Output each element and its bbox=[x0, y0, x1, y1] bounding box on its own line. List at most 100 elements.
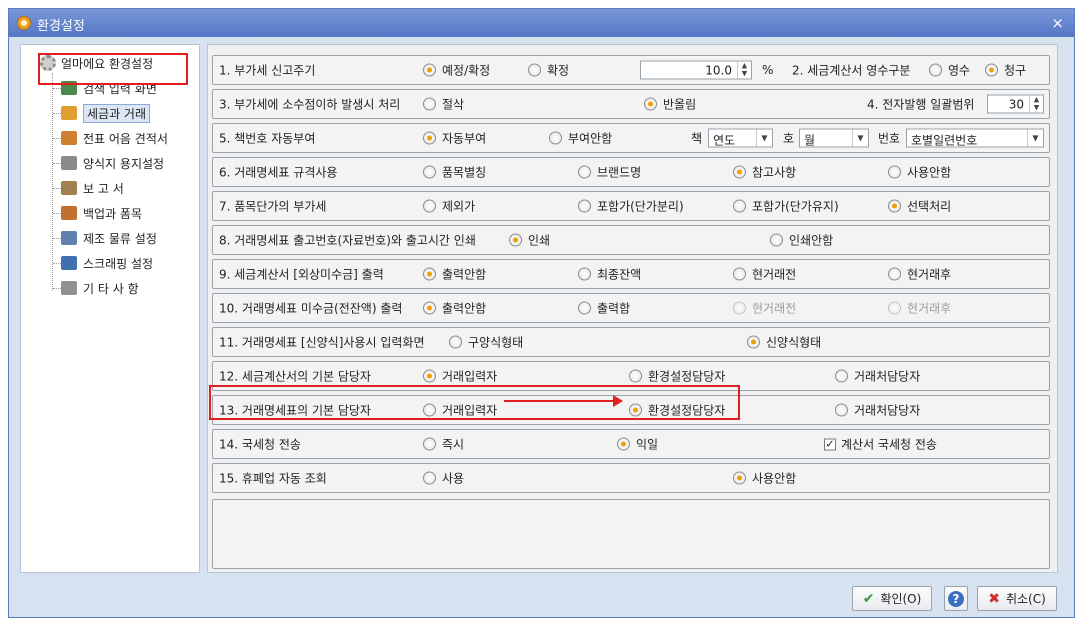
radio-option[interactable]: 포함가(단가분리) bbox=[578, 198, 684, 215]
radio-icon bbox=[528, 63, 541, 77]
radio-option[interactable]: 영수 bbox=[929, 62, 970, 79]
chevron-down-icon[interactable]: ▼ bbox=[1027, 129, 1043, 147]
radio-option[interactable]: 사용안함 bbox=[888, 164, 951, 181]
radio-option[interactable]: 청구 bbox=[985, 62, 1026, 79]
radio-label: 자동부여 bbox=[442, 131, 487, 146]
radio-option[interactable]: 절삭 bbox=[423, 96, 464, 113]
radio-label: 거래처담당자 bbox=[854, 403, 921, 418]
radio-option[interactable]: 사용 bbox=[423, 470, 464, 487]
ho-combo[interactable]: 월 ▼ bbox=[799, 128, 869, 148]
setting-label: 9. 세금계산서 [외상미수금] 출력 bbox=[219, 267, 384, 282]
radio-label: 현거래전 bbox=[752, 267, 797, 282]
radio-option[interactable]: 구양식형태 bbox=[449, 334, 523, 351]
radio-option[interactable]: 익일 bbox=[617, 436, 658, 453]
radio-option[interactable]: 확정 bbox=[528, 62, 569, 79]
radio-label: 현거래후 bbox=[907, 267, 952, 282]
setting-label: 3. 부가세에 소수점이하 발생시 처리 bbox=[219, 97, 401, 112]
radio-option[interactable]: 품목별칭 bbox=[423, 164, 486, 181]
radio-icon bbox=[423, 97, 436, 111]
setting-label: 14. 국세청 전송 bbox=[219, 437, 301, 452]
documents-icon bbox=[61, 131, 77, 145]
radio-option[interactable]: 인쇄안함 bbox=[770, 232, 833, 249]
radio-option[interactable]: 브랜드명 bbox=[578, 164, 641, 181]
radio-icon bbox=[578, 267, 591, 281]
spin-value: 10.0 bbox=[705, 63, 732, 78]
backup-icon bbox=[61, 206, 77, 220]
radio-option[interactable]: 포함가(단가유지) bbox=[733, 198, 839, 215]
tax-rate-spin[interactable]: 10.0 ▲ ▼ bbox=[640, 60, 752, 80]
radio-option[interactable]: 현거래후 bbox=[888, 266, 951, 283]
speech-icon bbox=[61, 281, 77, 295]
combo-value: 월 bbox=[804, 133, 816, 148]
setting-label: 호 bbox=[783, 131, 795, 146]
radio-option[interactable]: 현거래전 bbox=[733, 266, 796, 283]
number-combo[interactable]: 호별일련번호 ▼ bbox=[906, 128, 1044, 148]
chevron-down-icon[interactable]: ▼ bbox=[852, 129, 868, 147]
radio-label: 제외가 bbox=[442, 199, 476, 214]
radio-option[interactable]: 최종잔액 bbox=[578, 266, 641, 283]
tree-item[interactable]: 전표 어음 견적서 bbox=[53, 128, 168, 148]
setting-label: 4. 전자발행 일괄범위 bbox=[867, 97, 975, 112]
radio-label: 최종잔액 bbox=[597, 267, 642, 282]
tree-item[interactable]: 양식지 용지설정 bbox=[52, 153, 164, 173]
setting-label: 15. 휴폐업 자동 조회 bbox=[219, 471, 327, 486]
radio-icon bbox=[549, 131, 562, 145]
tree-item-label: 제조 물류 설정 bbox=[83, 231, 157, 246]
setting-label: 8. 거래명세표 출고번호(자료번호)와 출고시간 인쇄 bbox=[219, 233, 476, 248]
tree-item[interactable]: 기 타 사 항 bbox=[53, 278, 139, 298]
radio-icon bbox=[644, 97, 657, 111]
tree-item-label: 기 타 사 항 bbox=[83, 281, 139, 296]
radio-option[interactable]: 선택처리 bbox=[888, 198, 951, 215]
radio-option[interactable]: 신양식형태 bbox=[747, 334, 821, 351]
setting-row14: 14. 국세청 전송 즉시 익일 ✓ 계산서 국세청 전송 bbox=[212, 429, 1050, 459]
radio-option[interactable]: 출력함 bbox=[578, 300, 630, 317]
radio-option[interactable]: 인쇄 bbox=[509, 232, 550, 249]
close-button[interactable]: × bbox=[1051, 14, 1064, 32]
batch-range-spin[interactable]: 30 ▲ ▼ bbox=[987, 94, 1044, 114]
book-combo[interactable]: 연도 ▼ bbox=[708, 128, 773, 148]
radio-option[interactable]: 거래입력자 bbox=[423, 368, 497, 385]
tree-item[interactable]: 백업과 폼목 bbox=[52, 203, 142, 223]
chevron-down-icon[interactable]: ▼ bbox=[756, 129, 772, 147]
cancel-button[interactable]: ✖ 취소(C) bbox=[977, 586, 1057, 611]
setting-label: 12. 세금계산서의 기본 담당자 bbox=[219, 369, 371, 384]
check-icon: ✔ bbox=[862, 590, 875, 607]
setting-label: 11. 거래명세표 [신양식]사용시 입력화면 bbox=[219, 335, 425, 350]
radio-option[interactable]: 거래처담당자 bbox=[835, 402, 920, 419]
radio-label: 현거래후 bbox=[907, 301, 952, 316]
ok-label: 확인(O) bbox=[880, 592, 922, 606]
tree-item[interactable]: 제조 물류 설정 bbox=[53, 228, 157, 248]
spin-arrows-icon[interactable]: ▲ ▼ bbox=[737, 61, 751, 79]
radio-option[interactable]: 부여안함 bbox=[549, 130, 612, 147]
setting-row9: 9. 세금계산서 [외상미수금] 출력 출력안함 최종잔액 현거래전 현거래후 bbox=[212, 259, 1050, 289]
radio-option[interactable]: 출력안함 bbox=[423, 266, 486, 283]
radio-option[interactable]: 즉시 bbox=[423, 436, 464, 453]
checkbox-label: 계산서 국세청 전송 bbox=[841, 437, 937, 452]
radio-option[interactable]: 제외가 bbox=[423, 198, 475, 215]
tree-item[interactable]: 세금과 거래 bbox=[52, 103, 151, 123]
radio-label: 출력안함 bbox=[442, 301, 487, 316]
ok-button[interactable]: ✔ 확인(O) bbox=[852, 586, 932, 611]
radio-icon bbox=[449, 335, 462, 349]
radio-option[interactable]: 출력안함 bbox=[423, 300, 486, 317]
help-button[interactable]: ? bbox=[944, 586, 968, 611]
nts-transmit-checkbox[interactable]: ✓ 계산서 국세청 전송 bbox=[824, 436, 937, 453]
radio-option[interactable]: 환경설정담당자 bbox=[629, 368, 725, 385]
radio-label: 부여안함 bbox=[568, 131, 613, 146]
radio-option[interactable]: 사용안함 bbox=[733, 470, 796, 487]
radio-option[interactable]: 자동부여 bbox=[423, 130, 486, 147]
setting-label: 책 bbox=[691, 131, 703, 146]
radio-option[interactable]: 예정/확정 bbox=[423, 62, 490, 79]
radio-option[interactable]: 참고사항 bbox=[733, 164, 796, 181]
radio-option[interactable]: 반올림 bbox=[644, 96, 696, 113]
tree-item[interactable]: 스크래핑 설정 bbox=[52, 253, 154, 273]
tree-item-label: 스크래핑 설정 bbox=[83, 256, 154, 271]
radio-icon bbox=[423, 369, 436, 383]
tree-item[interactable]: 보 고 서 bbox=[53, 178, 124, 198]
radio-icon bbox=[835, 403, 848, 417]
spin-arrows-icon[interactable]: ▲ ▼ bbox=[1029, 95, 1043, 113]
radio-icon bbox=[835, 369, 848, 383]
radio-icon bbox=[423, 437, 436, 451]
radio-option[interactable]: 거래처담당자 bbox=[835, 368, 920, 385]
radio-icon bbox=[733, 165, 746, 179]
